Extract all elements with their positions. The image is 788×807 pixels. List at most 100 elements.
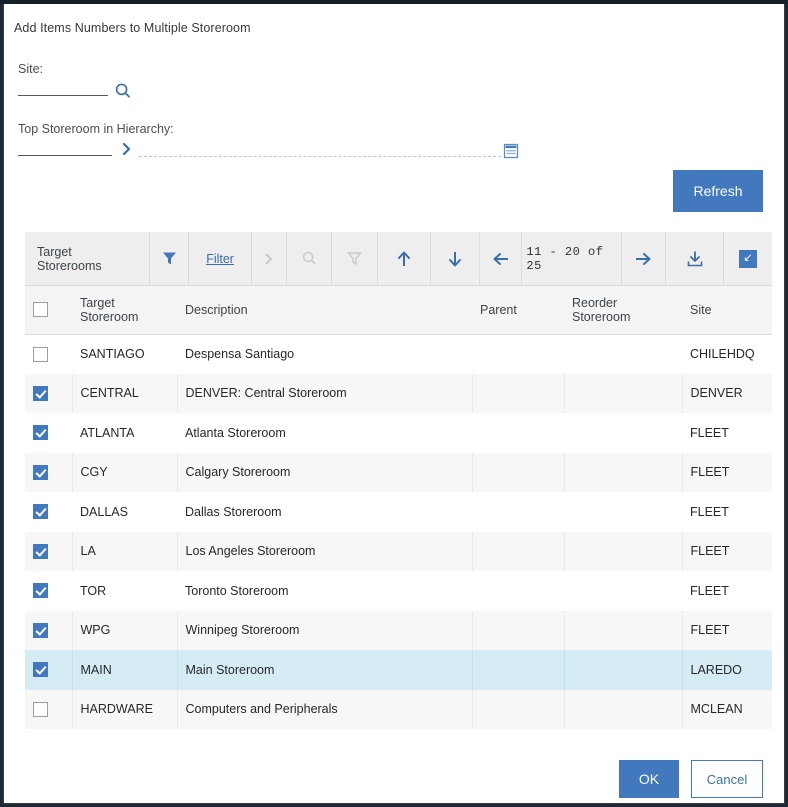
filter-link-button[interactable]: Filter (189, 232, 252, 286)
column-header-site[interactable]: Site (682, 286, 772, 334)
top-storeroom-label: Top Storeroom in Hierarchy: (18, 122, 174, 136)
sort-descending-button[interactable] (431, 232, 479, 286)
row-select-cell (25, 571, 72, 611)
row-checkbox[interactable] (33, 465, 48, 480)
cell-description: DENVER: Central Storeroom (177, 374, 472, 414)
row-checkbox[interactable] (33, 347, 48, 362)
top-storeroom-menu-button[interactable] (503, 143, 519, 159)
table-row[interactable]: HARDWAREComputers and PeripheralsMCLEAN (25, 690, 772, 730)
funnel-icon (161, 250, 178, 267)
cell-parent (472, 492, 564, 532)
table-row[interactable]: DALLASDallas StoreroomFLEET (25, 492, 772, 532)
toolbar-search-button[interactable] (287, 232, 332, 286)
cell-reorder-storeroom (564, 532, 682, 572)
row-select-cell (25, 611, 72, 651)
row-select-cell (25, 334, 72, 374)
row-checkbox[interactable] (33, 425, 48, 440)
filter-icon-button[interactable] (150, 232, 189, 286)
row-checkbox[interactable] (33, 623, 48, 638)
cell-target-storeroom: CGY (72, 453, 177, 493)
cell-description: Despensa Santiago (177, 334, 472, 374)
site-label: Site: (18, 62, 43, 76)
column-header-target-storeroom[interactable]: Target Storeroom (72, 286, 177, 334)
row-checkbox[interactable] (33, 583, 48, 598)
cancel-button[interactable]: Cancel (691, 760, 763, 798)
pagination-status: 11 - 20 of 25 (522, 232, 621, 286)
refresh-button[interactable]: Refresh (673, 170, 763, 212)
previous-page-button[interactable] (480, 232, 523, 286)
table-row[interactable]: WPGWinnipeg StoreroomFLEET (25, 611, 772, 651)
cell-target-storeroom: HARDWARE (72, 690, 177, 730)
cell-site: DENVER (682, 374, 772, 414)
top-storeroom-input[interactable] (18, 139, 112, 156)
toolbar-title: Target Storerooms (25, 232, 150, 286)
table-row[interactable]: LALos Angeles StoreroomFLEET (25, 532, 772, 572)
cell-site: FLEET (682, 611, 772, 651)
cell-reorder-storeroom (564, 690, 682, 730)
expand-collapse-button[interactable]: ↙ (724, 232, 772, 286)
search-icon (114, 82, 132, 100)
cell-description: Main Storeroom (177, 650, 472, 690)
select-all-checkbox[interactable] (33, 302, 48, 317)
add-items-dialog: Add Items Numbers to Multiple Storeroom … (3, 4, 785, 804)
cell-parent (472, 611, 564, 651)
chevron-right-icon (262, 252, 276, 266)
cell-parent (472, 532, 564, 572)
row-checkbox[interactable] (33, 544, 48, 559)
cell-reorder-storeroom (564, 334, 682, 374)
cell-reorder-storeroom (564, 413, 682, 453)
top-storeroom-detail-button[interactable] (119, 141, 135, 157)
cell-target-storeroom: TOR (72, 571, 177, 611)
row-checkbox[interactable] (33, 662, 48, 677)
search-icon (301, 250, 318, 267)
arrow-down-icon (446, 249, 464, 269)
pagination-label: 11 - 20 of 25 (522, 245, 620, 273)
clear-filter-button[interactable] (332, 232, 378, 286)
cell-description: Atlanta Storeroom (177, 413, 472, 453)
column-header-description[interactable]: Description (177, 286, 472, 334)
column-header-reorder-storeroom[interactable]: Reorder Storeroom (564, 286, 682, 334)
table-row[interactable]: ATLANTAAtlanta StoreroomFLEET (25, 413, 772, 453)
sort-ascending-button[interactable] (378, 232, 431, 286)
dialog-title: Add Items Numbers to Multiple Storeroom (14, 21, 251, 35)
table-body: SANTIAGODespensa SantiagoCHILEHDQCENTRAL… (25, 334, 772, 729)
cell-target-storeroom: CENTRAL (72, 374, 177, 414)
cell-target-storeroom: LA (72, 532, 177, 572)
cell-target-storeroom: ATLANTA (72, 413, 177, 453)
download-icon (685, 249, 705, 269)
download-button[interactable] (666, 232, 724, 286)
row-checkbox[interactable] (33, 386, 48, 401)
site-lookup-button[interactable] (114, 82, 132, 100)
table-row[interactable]: TORToronto StoreroomFLEET (25, 571, 772, 611)
row-checkbox[interactable] (33, 702, 48, 717)
cell-site: FLEET (682, 571, 772, 611)
filter-next-button[interactable] (252, 232, 287, 286)
site-input[interactable] (18, 79, 108, 96)
cell-parent (472, 334, 564, 374)
cell-site: FLEET (682, 453, 772, 493)
row-select-cell (25, 492, 72, 532)
table-row[interactable]: SANTIAGODespensa SantiagoCHILEHDQ (25, 334, 772, 374)
cell-site: MCLEAN (682, 690, 772, 730)
field-dashed-separator (139, 156, 501, 157)
filter-link-label: Filter (206, 252, 234, 266)
row-checkbox[interactable] (33, 504, 48, 519)
row-select-cell (25, 413, 72, 453)
cell-target-storeroom: DALLAS (72, 492, 177, 532)
cell-description: Winnipeg Storeroom (177, 611, 472, 651)
next-page-button[interactable] (622, 232, 667, 286)
row-select-cell (25, 532, 72, 572)
diagonal-arrow-icon: ↙ (739, 250, 757, 268)
cell-site: FLEET (682, 492, 772, 532)
cell-parent (472, 690, 564, 730)
ok-button[interactable]: OK (619, 760, 679, 798)
cell-parent (472, 650, 564, 690)
arrow-left-icon (491, 250, 511, 268)
table-row[interactable]: MAINMain StoreroomLAREDO (25, 650, 772, 690)
column-header-parent[interactable]: Parent (472, 286, 564, 334)
cell-site: CHILEHDQ (682, 334, 772, 374)
target-storerooms-table: Target Storeroom Description Parent Reor… (25, 286, 772, 729)
table-toolbar: Target Storerooms Filter (25, 232, 772, 286)
table-row[interactable]: CENTRALDENVER: Central Storeroom DENVER (25, 374, 772, 414)
table-row[interactable]: CGYCalgary StoreroomFLEET (25, 453, 772, 493)
